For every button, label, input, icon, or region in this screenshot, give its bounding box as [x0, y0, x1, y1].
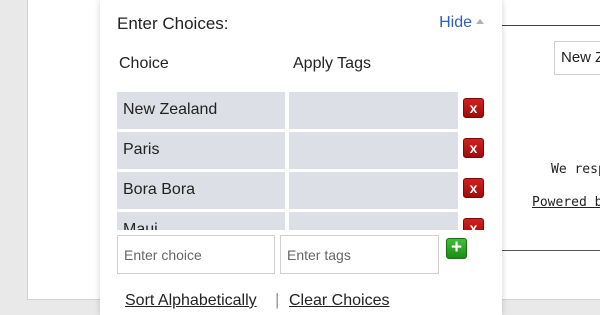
delete-choice-button[interactable]: x [463, 218, 484, 230]
background-answer-field[interactable]: New Z [554, 41, 600, 75]
delete-choice-button[interactable]: x [463, 98, 484, 118]
tags-cell[interactable] [289, 212, 458, 230]
footer-separator: | [275, 290, 280, 309]
choice-cell[interactable]: Bora Bora [117, 172, 285, 209]
choice-row: Bora Bora x [117, 172, 492, 209]
choice-cell[interactable]: Paris [117, 132, 285, 169]
hide-toggle-link[interactable]: Hide [439, 14, 484, 32]
background-notice-text: We resp [551, 162, 600, 177]
choice-row: Paris x [117, 132, 492, 169]
plus-icon: + [450, 237, 463, 258]
choices-list[interactable]: New Zealand x Paris x Bora Bora x Maui x [117, 92, 492, 230]
choice-column-header: Choice [119, 55, 169, 72]
close-icon: x [469, 100, 478, 116]
choice-cell[interactable]: Maui [117, 212, 285, 230]
background-divider-bottom [500, 250, 600, 251]
background-powered-by-link[interactable]: Powered b [532, 195, 600, 210]
new-tags-input[interactable] [280, 235, 439, 274]
tags-cell[interactable] [289, 92, 458, 129]
panel-title: Enter Choices: [117, 14, 229, 33]
tags-cell[interactable] [289, 172, 458, 209]
close-icon: x [469, 180, 478, 196]
hide-label: Hide [439, 14, 472, 31]
enter-choices-panel: Enter Choices: Hide Choice Apply Tags Ne… [100, 0, 502, 315]
background-divider [500, 25, 600, 26]
new-choice-input[interactable] [117, 235, 275, 274]
caret-up-icon [476, 19, 484, 24]
choice-row: Maui x [117, 212, 492, 230]
close-icon: x [469, 220, 478, 230]
tags-column-header: Apply Tags [293, 55, 371, 72]
sort-alphabetically-link[interactable]: Sort Alphabetically [125, 292, 257, 310]
add-choice-button[interactable]: + [446, 238, 467, 259]
tags-cell[interactable] [289, 132, 458, 169]
delete-choice-button[interactable]: x [463, 178, 484, 198]
choice-row: New Zealand x [117, 92, 492, 129]
close-icon: x [469, 140, 478, 156]
delete-choice-button[interactable]: x [463, 138, 484, 158]
clear-choices-link[interactable]: Clear Choices [289, 292, 389, 310]
choice-cell[interactable]: New Zealand [117, 92, 285, 129]
